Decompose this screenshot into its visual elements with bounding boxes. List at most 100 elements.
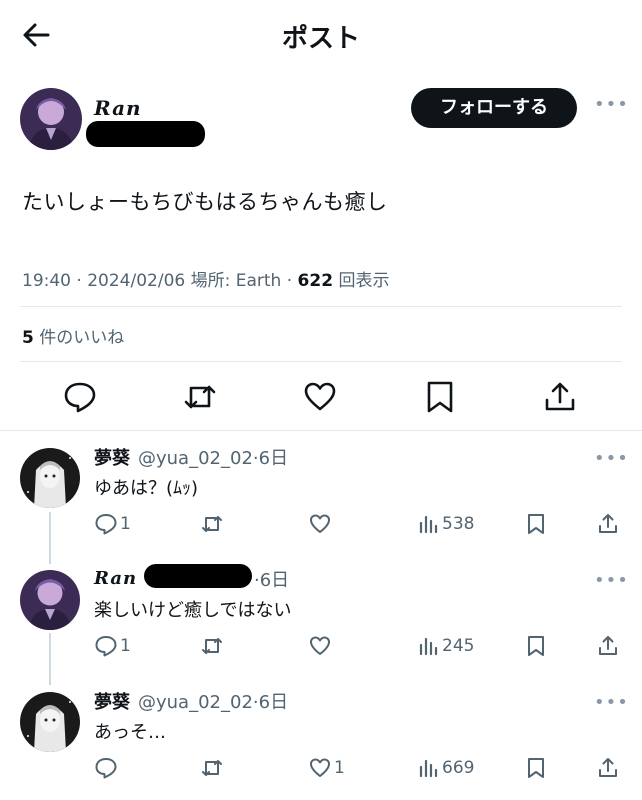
views-count: 245 (442, 636, 475, 656)
reply-action-bar: 1 538 (0, 510, 642, 540)
share-button[interactable] (596, 512, 620, 536)
divider (20, 361, 622, 362)
share-icon (545, 382, 575, 411)
bookmark-button[interactable] (524, 756, 548, 780)
views-count: 669 (442, 758, 475, 778)
reply-username[interactable]: @yua_02_02 (138, 692, 253, 713)
more-icon[interactable]: ••• (594, 572, 629, 590)
post-location: 場所: Earth (185, 271, 282, 291)
bookmark-icon (528, 758, 544, 778)
bookmark-button[interactable] (524, 512, 548, 536)
separator: · (71, 271, 88, 291)
views-count: 538 (442, 514, 475, 534)
like-count: 1 (334, 758, 345, 778)
views-button[interactable]: 669 (416, 756, 474, 780)
views-label: 回表示 (333, 271, 390, 291)
views-icon (419, 759, 438, 778)
share-button[interactable] (542, 379, 578, 415)
reply-age[interactable]: ·6日 (253, 448, 288, 469)
retweet-icon (202, 516, 222, 532)
views-count: 622 (297, 271, 334, 291)
likes-label: 件のいいね (33, 328, 125, 348)
page-title: ポスト (281, 24, 360, 54)
retweet-button[interactable] (200, 756, 226, 780)
like-icon (310, 636, 330, 655)
share-icon (599, 636, 617, 655)
reply-button[interactable] (62, 379, 98, 415)
reply-text: ゆあは？(ﾑｯ) (94, 478, 199, 499)
top-bar: ポスト (0, 0, 642, 68)
divider (0, 430, 642, 431)
like-icon (304, 382, 336, 411)
avatar[interactable] (20, 692, 80, 752)
post-date[interactable]: 2024/02/06 (87, 271, 185, 291)
more-icon[interactable]: ••• (594, 96, 629, 114)
bookmark-button[interactable] (524, 634, 548, 658)
reply-age[interactable]: ·6日 (253, 692, 288, 713)
post-meta: 19:40 · 2024/02/06 場所: Earth · 622 回表示 (22, 266, 389, 291)
retweet-button[interactable] (200, 634, 226, 658)
reply-author-name[interactable]: Ran (94, 568, 137, 589)
like-button[interactable]: 1 (308, 756, 345, 780)
reply-item[interactable]: 夢葵 @yua_02_02·6日 ••• ゆあは？(ﾑｯ) 1 538 (0, 444, 642, 564)
retweet-button[interactable] (200, 512, 226, 536)
share-icon (599, 758, 617, 777)
avatar[interactable] (20, 570, 80, 630)
reply-item[interactable]: 夢葵 @yua_02_02·6日 ••• あっそ… 1 669 (0, 688, 642, 800)
reply-handle: @yua_02_02·6日 (138, 444, 288, 470)
reply-item[interactable]: Ran ·6日 ••• 楽しいけど癒しではない 1 245 (0, 564, 642, 686)
bookmark-icon (528, 514, 544, 534)
reply-text: あっそ… (94, 722, 166, 743)
reply-action-bar: 1 669 (0, 754, 642, 784)
reply-icon (95, 758, 117, 779)
like-icon (310, 758, 330, 777)
reply-username[interactable]: @yua_02_02 (138, 448, 253, 469)
reply-handle: @yua_02_02·6日 (138, 688, 288, 714)
separator: · (281, 271, 298, 291)
views-button[interactable]: 538 (416, 512, 474, 536)
bookmark-icon (427, 381, 453, 413)
bookmark-icon (528, 636, 544, 656)
share-icon (599, 514, 617, 533)
like-button[interactable] (302, 379, 338, 415)
retweet-icon (184, 385, 216, 409)
more-icon[interactable]: ••• (594, 694, 629, 712)
retweet-button[interactable] (182, 379, 218, 415)
author-name[interactable]: Ran (94, 96, 142, 120)
retweet-icon (202, 638, 222, 654)
likes-summary[interactable]: 5 件のいいね (22, 323, 124, 348)
avatar[interactable] (20, 88, 82, 150)
divider (20, 306, 622, 307)
reply-count: 1 (120, 514, 131, 534)
more-icon[interactable]: ••• (594, 450, 629, 468)
likes-count: 5 (22, 328, 34, 348)
views-button[interactable]: 245 (416, 634, 474, 658)
like-button[interactable] (308, 634, 334, 658)
reply-button[interactable]: 1 (94, 634, 131, 658)
retweet-icon (202, 760, 222, 776)
share-button[interactable] (596, 634, 620, 658)
reply-button[interactable] (94, 756, 120, 780)
like-button[interactable] (308, 512, 334, 536)
views-icon (419, 515, 438, 534)
reply-author-name[interactable]: 夢葵 (94, 688, 130, 714)
bookmark-button[interactable] (422, 379, 458, 415)
views-icon (419, 637, 438, 656)
post-time[interactable]: 19:40 (22, 271, 71, 291)
like-icon (310, 514, 330, 533)
redacted-handle (144, 564, 252, 588)
reply-button[interactable]: 1 (94, 512, 131, 536)
reply-handle: ·6日 (254, 566, 289, 592)
follow-button[interactable]: フォローする (411, 88, 577, 128)
reply-author-name[interactable]: 夢葵 (94, 444, 130, 470)
reply-age[interactable]: ·6日 (254, 570, 289, 591)
reply-icon (95, 636, 117, 657)
avatar[interactable] (20, 448, 80, 508)
reply-icon (95, 514, 117, 535)
redacted-handle (86, 121, 205, 147)
reply-count: 1 (120, 636, 131, 656)
post-text: たいしょーもちびもはるちゃんも癒し (22, 190, 388, 214)
reply-text: 楽しいけど癒しではない (94, 600, 292, 621)
share-button[interactable] (596, 756, 620, 780)
reply-icon (64, 382, 96, 413)
